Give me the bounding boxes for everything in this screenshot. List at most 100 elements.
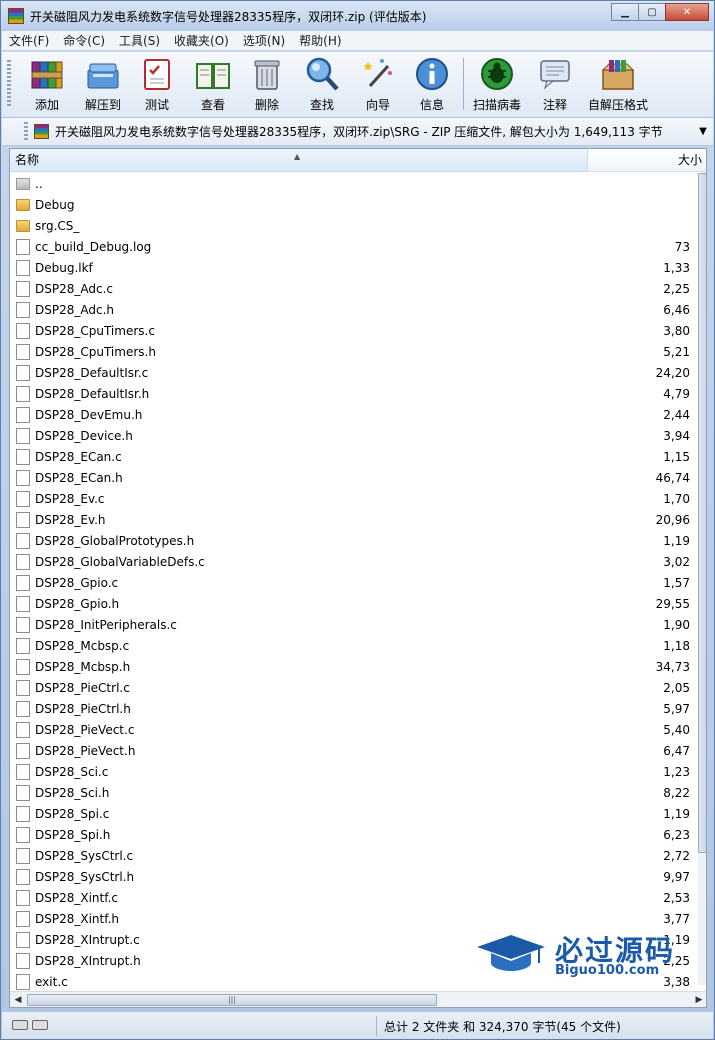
vertical-scrollbar[interactable] <box>698 173 706 985</box>
folder-icon <box>16 199 30 211</box>
table-row[interactable]: DSP28_Gpio.h 29,55 <box>10 593 690 614</box>
table-row[interactable]: DSP28_Spi.c 1,19 <box>10 803 690 824</box>
table-row[interactable]: DSP28_Adc.c 2,25 <box>10 278 690 299</box>
folder-icon <box>16 220 30 232</box>
find-button[interactable]: 查找 <box>294 56 350 113</box>
table-row[interactable]: DSP28_Mcbsp.h 34,73 <box>10 656 690 677</box>
view-button[interactable]: 查看 <box>185 56 241 113</box>
status-bar: 总计 2 文件夹 和 324,370 字节(45 个文件) <box>2 1011 713 1039</box>
archive-path[interactable]: 开关磁阻风力发电系统数字信号处理器28335程序，双闭环.zip\SRG - Z… <box>55 123 695 140</box>
file-size: 1,33 <box>663 260 690 275</box>
file-icon <box>16 637 30 654</box>
file-size: 3,94 <box>663 428 690 443</box>
menu-help[interactable]: 帮助(H) <box>292 32 348 49</box>
column-name-label: 名称 <box>15 153 40 167</box>
table-row[interactable]: DSP28_Sci.h 8,22 <box>10 782 690 803</box>
table-row[interactable]: DSP28_PieVect.c 5,40 <box>10 719 690 740</box>
horizontal-scrollbar[interactable]: ◀ ||| ▶ <box>10 991 706 1007</box>
drive-icon[interactable] <box>12 1020 28 1030</box>
table-row[interactable]: DSP28_Device.h 3,94 <box>10 425 690 446</box>
minimize-button[interactable]: ▁ <box>611 3 638 21</box>
table-row[interactable]: DSP28_Adc.h 6,46 <box>10 299 690 320</box>
menu-file[interactable]: 文件(F) <box>2 32 56 49</box>
file-size: 3,80 <box>663 323 690 338</box>
file-icon <box>16 553 30 570</box>
virus-scan-button[interactable]: 扫描病毒 <box>469 56 525 113</box>
table-row[interactable]: DSP28_CpuTimers.c 3,80 <box>10 320 690 341</box>
table-row[interactable]: DSP28_GlobalPrototypes.h 1,19 <box>10 530 690 551</box>
sfx-button[interactable]: 自解压格式 <box>588 56 648 113</box>
table-row[interactable]: DSP28_DefaultIsr.c 24,20 <box>10 362 690 383</box>
toolbar-grip[interactable] <box>7 60 11 108</box>
table-row[interactable]: Debug.lkf 1,33 <box>10 257 690 278</box>
menu-commands[interactable]: 命令(C) <box>56 32 112 49</box>
table-row[interactable]: DSP28_PieCtrl.h 5,97 <box>10 698 690 719</box>
table-row[interactable]: DSP28_ECan.h 46,74 <box>10 467 690 488</box>
table-row[interactable]: DSP28_GlobalVariableDefs.c 3,02 <box>10 551 690 572</box>
file-size: 8,22 <box>663 785 690 800</box>
file-size: 1,18 <box>663 638 690 653</box>
add-button[interactable]: 添加 <box>19 56 75 113</box>
table-row[interactable]: DSP28_DevEmu.h 2,44 <box>10 404 690 425</box>
table-row[interactable]: srg.CS_ <box>10 215 690 236</box>
file-icon <box>16 805 30 822</box>
table-row[interactable]: cc_build_Debug.log 73 <box>10 236 690 257</box>
key-icon[interactable] <box>32 1020 48 1030</box>
scroll-right-icon[interactable]: ▶ <box>691 992 706 1007</box>
address-bar-grip[interactable] <box>24 121 28 142</box>
table-row[interactable]: DSP28_CpuTimers.h 5,21 <box>10 341 690 362</box>
close-button[interactable]: ✕ <box>665 3 709 21</box>
table-row[interactable]: DSP28_SysCtrl.c 2,72 <box>10 845 690 866</box>
sfx-icon <box>600 56 636 92</box>
table-row[interactable]: DSP28_Ev.h 20,96 <box>10 509 690 530</box>
comment-button[interactable]: 注释 <box>527 56 583 113</box>
winrar-app-icon[interactable] <box>8 8 24 24</box>
file-icon <box>16 238 30 255</box>
file-name: .. <box>35 176 43 191</box>
extract-to-button[interactable]: 解压到 <box>75 56 131 113</box>
table-row[interactable]: DSP28_Mcbsp.c 1,18 <box>10 635 690 656</box>
title-bar[interactable]: 开关磁阻风力发电系统数字信号处理器28335程序，双闭环.zip (评估版本) … <box>1 1 714 31</box>
vertical-scroll-thumb[interactable] <box>698 173 706 853</box>
file-icon <box>16 847 30 864</box>
delete-button[interactable]: 删除 <box>239 56 295 113</box>
info-button[interactable]: 信息 <box>404 56 460 113</box>
table-row[interactable]: DSP28_Xintf.h 3,77 <box>10 908 690 929</box>
wizard-button[interactable]: 向导 <box>350 56 406 113</box>
menu-favorites[interactable]: 收藏夹(O) <box>167 32 236 49</box>
table-row[interactable]: DSP28_PieVect.h 6,47 <box>10 740 690 761</box>
menu-bar: 文件(F) 命令(C) 工具(S) 收藏夹(O) 选项(N) 帮助(H) <box>2 31 713 51</box>
chevron-down-icon[interactable]: ▼ <box>695 126 711 137</box>
file-icon <box>16 322 30 339</box>
file-size: 2,05 <box>663 680 690 695</box>
table-row[interactable]: DSP28_SysCtrl.h 9,97 <box>10 866 690 887</box>
table-row[interactable]: DSP28_Xintf.c 2,53 <box>10 887 690 908</box>
table-row[interactable]: DSP28_Sci.c 1,23 <box>10 761 690 782</box>
table-row[interactable]: DSP28_Spi.h 6,23 <box>10 824 690 845</box>
table-row[interactable]: DSP28_Ev.c 1,70 <box>10 488 690 509</box>
table-row[interactable]: DSP28_PieCtrl.c 2,05 <box>10 677 690 698</box>
table-row[interactable]: Debug <box>10 194 690 215</box>
file-icon <box>16 910 30 927</box>
file-list: 名称 ▲ 大小 .. Debug srg.CS_ cc_build_Debug.log… <box>9 148 707 1008</box>
file-size: 5,40 <box>663 722 690 737</box>
column-name[interactable]: 名称 ▲ <box>10 149 588 171</box>
file-size: 6,46 <box>663 302 690 317</box>
file-icon <box>16 679 30 696</box>
table-row[interactable]: DSP28_InitPeripherals.c 1,90 <box>10 614 690 635</box>
menu-tools[interactable]: 工具(S) <box>112 32 167 49</box>
table-row[interactable]: DSP28_Gpio.c 1,57 <box>10 572 690 593</box>
column-size[interactable]: 大小 <box>589 149 706 171</box>
maximize-button[interactable]: ▢ <box>638 3 665 21</box>
watermark-url: Biguo100.com <box>555 963 660 978</box>
test-button[interactable]: 测试 <box>129 56 185 113</box>
table-row[interactable]: DSP28_ECan.c 1,15 <box>10 446 690 467</box>
file-size: 73 <box>674 239 690 254</box>
file-icon <box>16 742 30 759</box>
scroll-left-icon[interactable]: ◀ <box>10 992 26 1007</box>
table-row[interactable]: .. <box>10 173 690 194</box>
file-icon <box>16 301 30 318</box>
horizontal-scroll-thumb[interactable]: ||| <box>27 994 437 1006</box>
table-row[interactable]: DSP28_DefaultIsr.h 4,79 <box>10 383 690 404</box>
menu-options[interactable]: 选项(N) <box>236 32 292 49</box>
